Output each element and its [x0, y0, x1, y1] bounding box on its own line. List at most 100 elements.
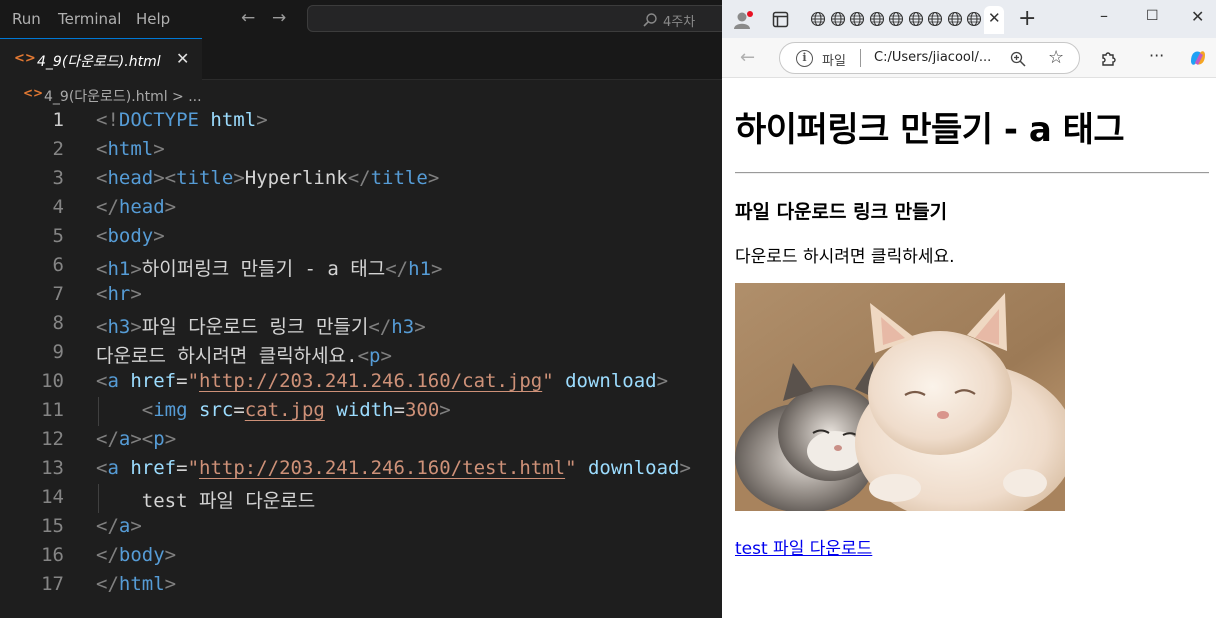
- breadcrumb[interactable]: <> 4_9(다운로드).html > ...: [0, 80, 722, 108]
- code-line[interactable]: 13 <a href="http://203.241.246.160/test.h…: [0, 455, 722, 484]
- code-token: <: [96, 258, 108, 280]
- browser-tab-globe-icon[interactable]: [830, 11, 846, 27]
- close-tab-icon[interactable]: ✕: [988, 9, 1001, 27]
- code-line[interactable]: 16 </body>: [0, 542, 722, 571]
- code-line[interactable]: 4 </head>: [0, 194, 722, 223]
- browser-tab-globe-icon[interactable]: [908, 11, 924, 27]
- code-token: h3: [391, 316, 415, 338]
- code-area[interactable]: 1 <!DOCTYPE html> 2 <html> 3 <head><title>Hyp…: [0, 107, 722, 618]
- code-token: ": [565, 457, 577, 479]
- kittens-image[interactable]: [735, 283, 1065, 511]
- code-token: a: [107, 457, 119, 479]
- code-text[interactable]: </html>: [96, 573, 176, 595]
- close-icon[interactable]: ✕: [176, 49, 189, 68]
- breadcrumb-text[interactable]: 4_9(다운로드).html > ...: [44, 86, 202, 106]
- favorite-star-icon[interactable]: ☆: [1048, 47, 1064, 68]
- code-text[interactable]: </a>: [96, 515, 142, 537]
- zoom-icon[interactable]: [1010, 51, 1026, 67]
- code-text[interactable]: <h1>하이퍼링크 만들기 - a 태그</h1>: [96, 254, 442, 281]
- code-token: html: [210, 109, 257, 131]
- code-line[interactable]: 6 <h1>하이퍼링크 만들기 - a 태그</h1>: [0, 252, 722, 281]
- page-paragraph: 다운로드 하시려면 클릭하세요.: [735, 247, 955, 267]
- code-line[interactable]: 7 <hr>: [0, 281, 722, 310]
- code-token: ><: [153, 167, 177, 189]
- copilot-icon[interactable]: [1187, 47, 1209, 69]
- code-text[interactable]: <a href="http://203.241.246.160/cat.jpg"…: [96, 370, 668, 392]
- code-token: html: [118, 573, 165, 595]
- code-line[interactable]: 1 <!DOCTYPE html>: [0, 107, 722, 136]
- menu-help[interactable]: Help: [136, 10, 170, 28]
- test-download-link[interactable]: test 파일 다운로드: [735, 534, 872, 559]
- browser-tab-globe-icon[interactable]: [966, 11, 982, 27]
- code-text[interactable]: <hr>: [96, 283, 142, 305]
- code-line[interactable]: 11 <img src=cat.jpg width=300>: [0, 397, 722, 426]
- code-token: <: [141, 399, 154, 421]
- browser-tab-globe-icon[interactable]: [947, 11, 963, 27]
- cat-image-link[interactable]: [735, 283, 1065, 511]
- browser-tab-globe-icon[interactable]: [888, 11, 904, 27]
- line-number: 11: [41, 399, 64, 421]
- back-arrow-icon[interactable]: ←: [740, 47, 755, 68]
- menu-run[interactable]: Run: [12, 10, 41, 28]
- tab-actions-icon[interactable]: [772, 11, 789, 28]
- code-text[interactable]: <head><title>Hyperlink</title>: [96, 167, 439, 189]
- code-text[interactable]: <body>: [96, 225, 165, 247]
- forward-arrow-icon[interactable]: →: [272, 8, 286, 28]
- line-number: 15: [41, 515, 64, 537]
- code-line[interactable]: 10 <a href="http://203.241.246.160/cat.jp…: [0, 368, 722, 397]
- browser-tab-globe-icon[interactable]: [810, 11, 826, 27]
- more-menu-icon[interactable]: ···: [1149, 46, 1164, 65]
- code-token: width: [336, 399, 394, 421]
- tab-html-file[interactable]: <> 4_9(다운로드).html ✕: [0, 38, 202, 80]
- code-token: 다운로드 하시려면 클릭하세요.: [96, 345, 358, 367]
- browser-tab-globe-icon[interactable]: [849, 11, 865, 27]
- title-bar: Run Terminal Help ← → 4주차: [0, 0, 722, 38]
- code-text[interactable]: </body>: [96, 544, 176, 566]
- code-line[interactable]: 8 <h3>파일 다운로드 링크 만들기</h3>: [0, 310, 722, 339]
- code-line[interactable]: 5 <body>: [0, 223, 722, 252]
- info-icon[interactable]: i: [796, 50, 813, 67]
- divider: [860, 49, 861, 67]
- maximize-icon[interactable]: ☐: [1146, 8, 1159, 24]
- code-text[interactable]: <a href="http://203.241.246.160/test.htm…: [96, 457, 691, 479]
- code-line[interactable]: 9 다운로드 하시려면 클릭하세요.<p>: [0, 339, 722, 368]
- code-text[interactable]: </a><p>: [96, 428, 176, 450]
- code-text[interactable]: <img src=cat.jpg width=300>: [96, 399, 451, 421]
- code-token: Hyperlink: [244, 167, 348, 189]
- code-text[interactable]: test 파일 다운로드: [96, 486, 316, 513]
- back-arrow-icon[interactable]: ←: [241, 8, 255, 28]
- code-token: <: [96, 167, 108, 189]
- code-token: http://203.241.246.160/cat.jpg: [199, 370, 543, 392]
- command-search-box[interactable]: 4주차: [307, 5, 722, 32]
- browser-window: ✕ + – ☐ ✕ ← i 파일 C:/Users/jiacool/... ☆ …: [722, 0, 1216, 618]
- profile-icon[interactable]: [732, 10, 754, 30]
- code-text[interactable]: <h3>파일 다운로드 링크 만들기</h3>: [96, 312, 426, 339]
- extensions-icon[interactable]: [1100, 49, 1118, 67]
- browser-tab-globe-icon[interactable]: [927, 11, 943, 27]
- code-token: </: [96, 428, 119, 450]
- code-token: >: [130, 283, 142, 305]
- code-line[interactable]: 14 test 파일 다운로드: [0, 484, 722, 513]
- code-line[interactable]: 12 </a><p>: [0, 426, 722, 455]
- code-text[interactable]: <!DOCTYPE html>: [96, 109, 268, 131]
- close-window-icon[interactable]: ✕: [1191, 7, 1204, 26]
- code-token: ><: [130, 428, 154, 450]
- new-tab-icon[interactable]: +: [1018, 6, 1036, 31]
- url-text[interactable]: C:/Users/jiacool/...: [874, 50, 991, 65]
- code-token: >: [427, 167, 440, 189]
- menu-terminal[interactable]: Terminal: [58, 10, 121, 28]
- code-line[interactable]: 3 <head><title>Hyperlink</title>: [0, 165, 722, 194]
- code-text[interactable]: <html>: [96, 138, 165, 160]
- code-text[interactable]: 다운로드 하시려면 클릭하세요.<p>: [96, 341, 392, 368]
- browser-tab-globe-icon[interactable]: [869, 11, 885, 27]
- code-text[interactable]: </head>: [96, 196, 176, 218]
- code-line[interactable]: 15 </a>: [0, 513, 722, 542]
- code-token: >: [164, 573, 177, 595]
- code-token: hr: [107, 283, 131, 305]
- minimize-icon[interactable]: –: [1100, 6, 1108, 25]
- address-bar[interactable]: i 파일 C:/Users/jiacool/... ☆: [779, 42, 1080, 74]
- code-line[interactable]: 17 </html>: [0, 571, 722, 600]
- code-line[interactable]: 2 <html>: [0, 136, 722, 165]
